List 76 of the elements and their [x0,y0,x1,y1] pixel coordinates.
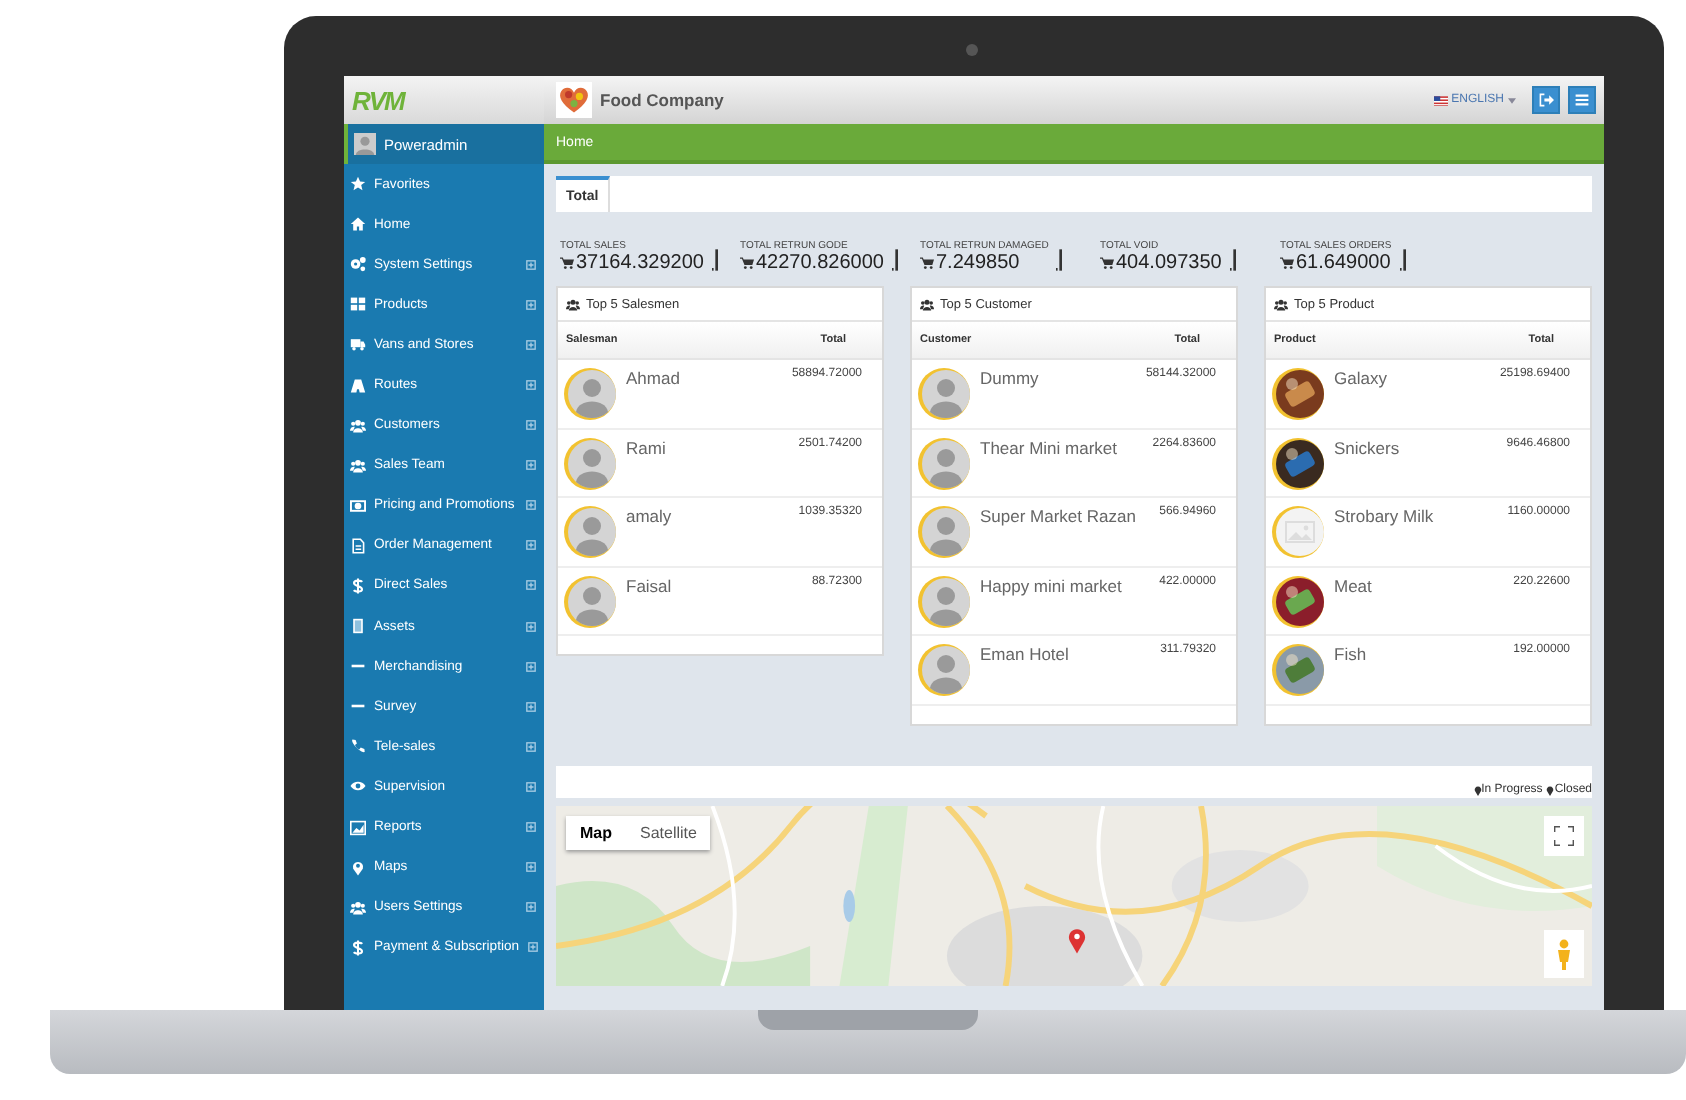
map-pin-icon [1068,928,1086,954]
name-cell-text: Eman Hotel [980,644,1071,664]
image-placeholder-icon [1272,506,1324,558]
pin-icon [350,859,366,876]
chart-icon [350,819,366,836]
doc-icon [350,537,366,554]
avatar-icon [564,437,616,489]
sign-out-icon [1538,92,1554,108]
avatar-icon [564,575,616,627]
menu-button[interactable] [1568,86,1596,114]
avatar-icon [918,437,970,489]
company-name: Food Company [600,90,724,110]
cart-icon [740,256,754,270]
name-cell-text: Snickers [1334,437,1402,457]
heart-logo-icon [556,82,592,118]
fullscreen-button[interactable] [1544,816,1584,856]
truck-icon [350,336,366,353]
cart-icon [1100,256,1114,270]
grid-icon [350,296,366,313]
pin-icon [1473,785,1482,795]
bar-chart-icon [1399,248,1408,272]
person-figure-icon [1554,936,1574,972]
logo: RVM [352,85,404,115]
name-cell-text: Dummy [980,368,1041,388]
name-cell-text: Rami [626,437,668,457]
bar-chart-icon [1229,248,1238,272]
menu-icon [1574,92,1590,108]
people-icon [1274,297,1288,311]
home-icon [350,216,366,233]
door-icon [350,618,366,635]
avatar-icon [564,506,616,558]
name-cell-text: Meat [1334,575,1374,595]
cart-icon [920,256,934,270]
cart-icon [1280,256,1294,270]
name-cell-text: Faisal [626,575,674,595]
name-cell-text: Happy mini market [980,575,1124,595]
name-cell-text: Ahmad [626,368,682,388]
avatar-icon [918,506,970,558]
avatar-icon [918,368,970,420]
name-cell-text: Fish [1334,644,1369,664]
stat-value: 7.249850 [936,252,1020,274]
avatar-icon [918,644,970,696]
people-icon [350,899,366,916]
pin-icon [1546,785,1555,795]
user-avatar-icon [354,132,376,156]
avatar-icon [564,368,616,420]
phone-icon [350,738,366,755]
bar-chart-icon [711,248,720,272]
stat-value: 404.097350 [1116,252,1222,274]
name-cell-text: Strobary Milk [1334,506,1436,526]
eye-icon [350,778,366,795]
stat-value: 37164.329200 [576,252,704,274]
cart-icon [560,256,574,270]
map-type-button[interactable]: Satellite [626,816,711,850]
avatar-icon [918,575,970,627]
road-icon [350,377,366,394]
star-icon [350,176,366,193]
camera-icon [966,44,978,56]
name-cell-text: Super Market Razan [980,506,1138,526]
stat-value: 42270.826000 [756,252,884,274]
name-cell-text: Thear Mini market [980,437,1119,457]
bar-chart-icon [891,248,900,272]
people-icon [566,297,580,311]
bar-chart-icon [1056,248,1065,272]
people-icon [920,297,934,311]
stat-value: 61.649000 [1296,252,1391,274]
logout-button[interactable] [1532,86,1560,114]
name-cell-text: Galaxy [1334,368,1389,388]
caret-icon [1508,97,1516,103]
people-icon [350,457,366,474]
fullscreen-icon [1554,826,1574,846]
people-icon [350,417,366,434]
flag-icon [1433,95,1448,105]
gear-icon [350,256,366,273]
map-type-button[interactable]: Map [566,816,626,850]
name-cell-text: amaly [626,506,674,526]
